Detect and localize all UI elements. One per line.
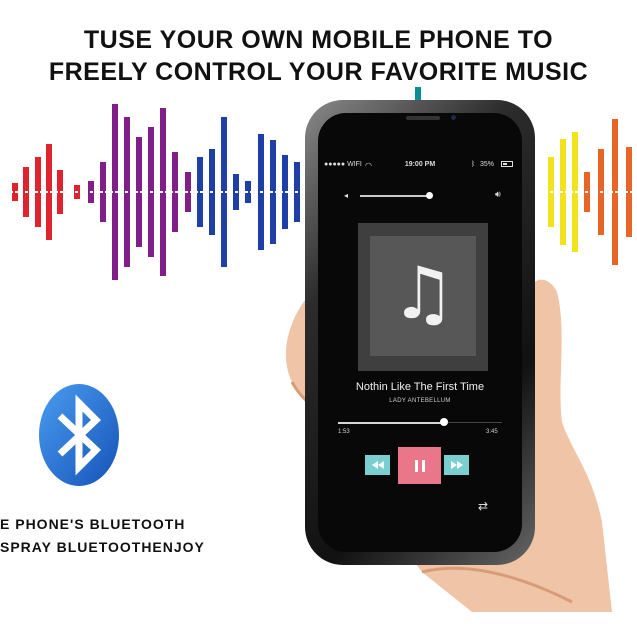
bluetooth-status-icon: ᛒ [471, 161, 476, 168]
repeat-icon[interactable]: ⇄ [478, 499, 488, 513]
speaker-grille [406, 116, 440, 120]
total-time: 3:45 [486, 429, 498, 435]
pause-icon [414, 459, 425, 472]
fast-forward-button[interactable] [444, 455, 469, 475]
front-camera [451, 115, 456, 120]
album-art: ♫ [358, 223, 488, 371]
volume-slider[interactable] [360, 195, 428, 197]
bluetooth-caption-line-2: SPRAY BLUETOOTHENJOY [0, 539, 205, 555]
rewind-button[interactable] [365, 455, 390, 475]
volume-low-icon: ◂ [344, 191, 349, 200]
phone-device: ●●●●● WIFI ◠ 19:00 PM ᛒ 35% ◂ 🔊︎ ♫ Nothi… [305, 100, 535, 565]
progress-bar[interactable] [338, 422, 444, 424]
battery-icon [501, 161, 513, 167]
elapsed-time: 1:53 [338, 429, 350, 435]
phone-screen: ●●●●● WIFI ◠ 19:00 PM ᛒ 35% ◂ 🔊︎ ♫ Nothi… [318, 113, 522, 552]
battery-percent: 35% [480, 161, 495, 168]
volume-high-icon: 🔊︎ [495, 190, 501, 200]
rewind-icon [371, 461, 384, 469]
play-pause-button[interactable] [398, 447, 441, 484]
song-title: Nothin Like The First Time [355, 381, 485, 393]
progress-knob[interactable] [440, 418, 448, 426]
volume-slider-knob[interactable] [426, 192, 433, 199]
fast-forward-icon [450, 461, 463, 469]
progress-remaining [444, 422, 502, 423]
bluetooth-icon [39, 384, 119, 486]
bluetooth-caption-line-1: E PHONE'S BLUETOOTH [0, 516, 186, 532]
artist-name: LADY ANTEBELLUM [389, 398, 451, 404]
music-note-icon: ♫ [390, 251, 456, 335]
